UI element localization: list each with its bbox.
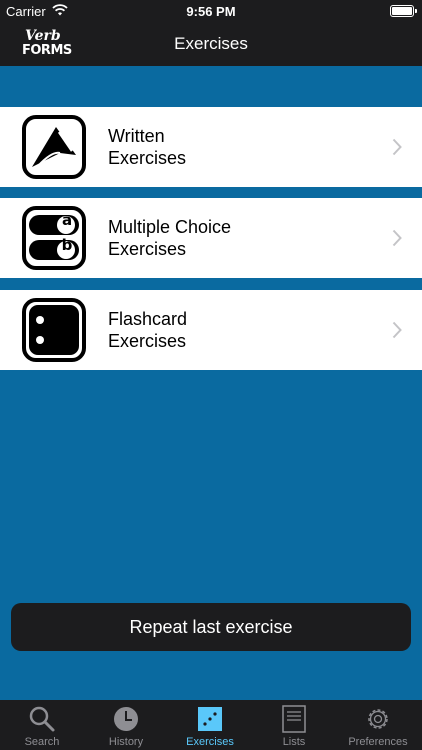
battery-icon (390, 5, 417, 17)
navigation-bar: Verb FORMS Exercises (0, 22, 422, 66)
list-icon (282, 705, 306, 733)
exercise-row-flashcard[interactable]: Flashcard Exercises (0, 290, 422, 370)
tab-lists[interactable]: Lists (252, 700, 336, 750)
repeat-last-exercise-button[interactable]: Repeat last exercise (11, 603, 411, 651)
clock-icon (114, 707, 138, 731)
tab-label: Search (24, 736, 60, 748)
exercise-label: Flashcard Exercises (108, 308, 368, 352)
choice-b-label: b (61, 236, 73, 254)
exercise-row-multiple-choice[interactable]: a b Multiple Choice Exercises (0, 198, 422, 278)
search-icon (29, 706, 55, 732)
tab-label: History (108, 736, 144, 748)
chevron-right-icon (392, 138, 402, 156)
tab-label: Preferences (348, 736, 408, 748)
exercise-label-line1: Flashcard (108, 309, 188, 329)
gear-icon (368, 709, 388, 729)
tab-label: Lists (282, 736, 306, 748)
chevron-right-icon (392, 321, 402, 339)
exercise-label-line2: Exercises (108, 239, 187, 259)
flashcard-icon (22, 298, 86, 362)
exercise-label-line1: Multiple Choice (108, 217, 232, 237)
tab-label: Exercises (186, 736, 234, 748)
exercise-label: Written Exercises (108, 125, 368, 169)
exercise-label: Multiple Choice Exercises (108, 216, 368, 260)
tab-bar: Search History Exercises Lists Preferenc… (0, 700, 422, 750)
exercise-label-line2: Exercises (108, 331, 187, 351)
exercise-label-line2: Exercises (108, 148, 187, 168)
chevron-right-icon (392, 229, 402, 247)
tab-search[interactable]: Search (0, 700, 84, 750)
exercise-label-line1: Written (108, 126, 165, 146)
choice-a-label: a (61, 211, 73, 229)
dice-icon (198, 707, 222, 731)
tab-preferences[interactable]: Preferences (336, 700, 420, 750)
tab-history[interactable]: History (84, 700, 168, 750)
tab-exercises[interactable]: Exercises (168, 700, 252, 750)
exercise-row-written[interactable]: Written Exercises (0, 107, 422, 187)
page-title: Exercises (174, 34, 248, 53)
written-icon (22, 115, 86, 179)
status-bar: Carrier 9:56 PM (0, 0, 422, 22)
multiple-choice-icon: a b (22, 206, 86, 270)
status-time: 9:56 PM (186, 4, 236, 19)
